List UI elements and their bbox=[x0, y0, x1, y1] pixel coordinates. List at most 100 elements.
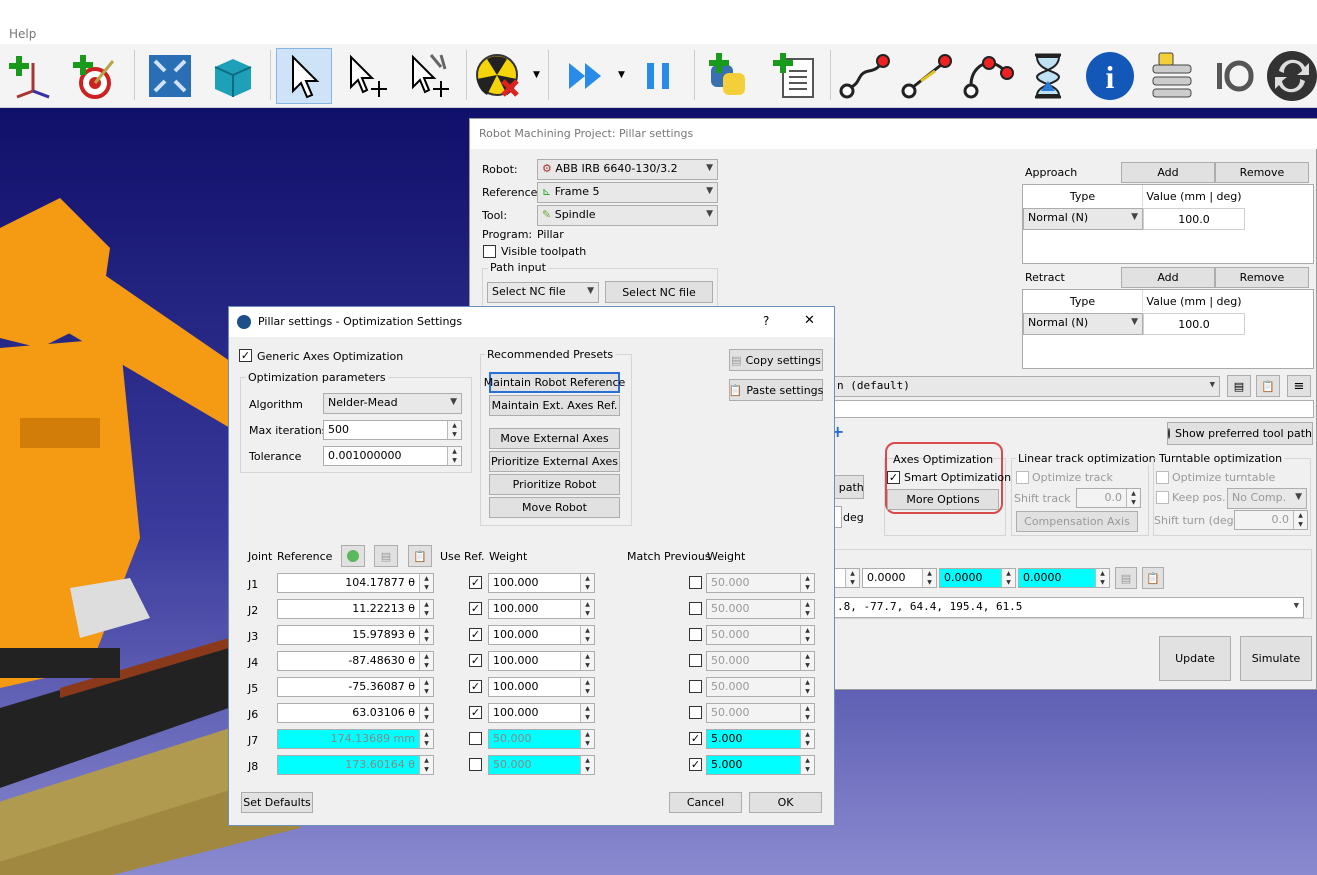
match-previous-checkbox[interactable] bbox=[689, 706, 702, 719]
run-program-icon[interactable] bbox=[558, 48, 614, 104]
spin-arrows-icon[interactable]: ▲ ▼ bbox=[580, 600, 594, 618]
reference-combo[interactable]: ⊾ Frame 5 ▼ bbox=[537, 182, 718, 203]
spin-arrows-icon[interactable]: ▲ ▼ bbox=[800, 730, 814, 748]
move-reference-icon[interactable] bbox=[338, 48, 394, 104]
approach-type-combo[interactable]: Normal (N) ▼ bbox=[1023, 208, 1143, 230]
spin-arrows-icon[interactable]: ▲ ▼ bbox=[800, 756, 814, 774]
use-ref-checkbox[interactable]: ✓ bbox=[469, 654, 482, 667]
spin-arrows-icon[interactable]: ▲ ▼ bbox=[580, 704, 594, 722]
pause-instruction-icon[interactable] bbox=[1020, 48, 1076, 104]
joint-reference-spin[interactable]: 174.13689 mm ▲ ▼ bbox=[277, 729, 434, 749]
spin-arrows-icon[interactable]: ▲ ▼ bbox=[800, 600, 814, 618]
weight-spin[interactable]: 100.000 ▲ ▼ bbox=[488, 573, 595, 593]
joint-reference-spin[interactable]: -75.36087 θ ▲ ▼ bbox=[277, 677, 434, 697]
path-input-combo[interactable]: Select NC file ▼ bbox=[487, 282, 599, 303]
retract-type-combo[interactable]: Normal (N) ▼ bbox=[1023, 313, 1143, 335]
tool-combo[interactable]: ✎ Spindle ▼ bbox=[537, 205, 718, 226]
spin-arrows-icon[interactable]: ▲ ▼ bbox=[419, 652, 433, 670]
shift-turn-spin[interactable]: 0.0 ▲ ▼ bbox=[1234, 510, 1308, 530]
preset-move-robot-button[interactable]: Move Robot bbox=[489, 497, 620, 518]
refresh-icon[interactable] bbox=[1264, 48, 1317, 104]
menu-icon[interactable]: ≡ bbox=[1287, 375, 1311, 397]
generic-axes-checkbox[interactable]: ✓ bbox=[239, 349, 252, 362]
info-icon[interactable]: i bbox=[1082, 48, 1138, 104]
io-icon[interactable] bbox=[1204, 48, 1260, 104]
approach-add-button[interactable]: Add bbox=[1121, 162, 1215, 183]
max-iterations-spin[interactable]: 500 ▲ ▼ bbox=[323, 420, 462, 440]
tolerance-spin[interactable]: 0.001000000 ▲ ▼ bbox=[323, 446, 462, 466]
add-target-icon[interactable] bbox=[66, 48, 122, 104]
use-ref-checkbox[interactable]: ✓ bbox=[469, 602, 482, 615]
circular-move-icon[interactable] bbox=[960, 48, 1016, 104]
match-previous-checkbox[interactable] bbox=[689, 576, 702, 589]
spin-arrows-icon[interactable]: ▲ ▼ bbox=[447, 421, 461, 439]
joint-reference-spin[interactable]: 104.17877 θ ▲ ▼ bbox=[277, 573, 434, 593]
match-previous-checkbox[interactable] bbox=[689, 680, 702, 693]
use-ref-checkbox[interactable]: ✓ bbox=[469, 628, 482, 641]
preset-maintain-robot-reference-button[interactable]: Maintain Robot Reference bbox=[484, 372, 625, 393]
spin-arrows-icon[interactable]: ▲ ▼ bbox=[580, 756, 594, 774]
joint-move-icon[interactable] bbox=[836, 48, 892, 104]
spin-arrows-icon[interactable]: ▲ ▼ bbox=[1095, 569, 1109, 587]
match-previous-checkbox[interactable]: ✓ bbox=[689, 732, 702, 745]
use-ref-checkbox[interactable]: ✓ bbox=[469, 680, 482, 693]
spin-arrows-icon[interactable]: ▲ ▼ bbox=[580, 626, 594, 644]
joint-reference-spin[interactable]: 11.22213 θ ▲ ▼ bbox=[277, 599, 434, 619]
compensation-axis-button[interactable]: Compensation Axis bbox=[1016, 511, 1138, 532]
joint-reference-spin[interactable]: -87.48630 θ ▲ ▼ bbox=[277, 651, 434, 671]
spin-arrows-icon[interactable]: ▲ ▼ bbox=[800, 678, 814, 696]
spin-arrows-icon[interactable]: ▲ ▼ bbox=[419, 574, 433, 592]
retract-value-cell[interactable]: 100.0 bbox=[1143, 313, 1245, 335]
update-button[interactable]: Update bbox=[1159, 636, 1231, 681]
spin-arrows-icon[interactable]: ▲ ▼ bbox=[922, 569, 936, 587]
select-nc-file-button[interactable]: Select NC file bbox=[605, 281, 713, 303]
joint-spin-2[interactable]: 0.0000 ▲ ▼ bbox=[939, 568, 1016, 588]
method-text-field[interactable] bbox=[832, 400, 1314, 418]
spin-arrows-icon[interactable]: ▲ ▼ bbox=[1001, 569, 1015, 587]
method-combo[interactable]: n (default) ▼ bbox=[832, 376, 1220, 397]
more-options-button[interactable]: More Options bbox=[887, 489, 999, 510]
match-weight-spin[interactable]: 50.000 ▲ ▼ bbox=[706, 677, 815, 697]
retract-add-button[interactable]: Add bbox=[1121, 267, 1215, 288]
joint-reference-spin[interactable]: 173.60164 θ ▲ ▼ bbox=[277, 755, 434, 775]
show-preferred-toolpath-button[interactable]: Show preferred tool path bbox=[1167, 422, 1313, 445]
smart-optimization-checkbox[interactable]: ✓ bbox=[887, 471, 900, 484]
help-button[interactable]: ? bbox=[763, 314, 769, 328]
collision-dropdown-icon[interactable]: ▼ bbox=[533, 70, 540, 80]
ok-button[interactable]: OK bbox=[749, 792, 822, 813]
close-button[interactable]: ✕ bbox=[804, 313, 815, 328]
menu-help[interactable]: Help bbox=[9, 27, 36, 41]
get-current-joints-icon[interactable] bbox=[341, 545, 365, 567]
paste-reference-icon[interactable]: 📋 bbox=[408, 545, 432, 567]
match-previous-checkbox[interactable] bbox=[689, 602, 702, 615]
spin-arrows-icon[interactable]: ▲ ▼ bbox=[800, 574, 814, 592]
set-defaults-button[interactable]: Set Defaults bbox=[241, 792, 313, 813]
paste-settings-button[interactable]: 📋 Paste settings bbox=[729, 379, 823, 401]
match-weight-spin[interactable]: 50.000 ▲ ▼ bbox=[706, 703, 815, 723]
collision-icon[interactable] bbox=[470, 48, 526, 104]
spin-arrows-icon[interactable]: ▲ ▼ bbox=[800, 704, 814, 722]
use-ref-checkbox[interactable] bbox=[469, 732, 482, 745]
copy-icon[interactable]: ▤ bbox=[1227, 375, 1251, 397]
spin-arrows-icon[interactable]: ▲ ▼ bbox=[419, 730, 433, 748]
spin-arrows-icon[interactable]: ▲ ▼ bbox=[1293, 511, 1307, 529]
spin-arrows-icon[interactable]: ▲ ▼ bbox=[580, 730, 594, 748]
use-ref-checkbox[interactable]: ✓ bbox=[469, 706, 482, 719]
optimize-turntable-checkbox[interactable] bbox=[1156, 471, 1169, 484]
weight-spin[interactable]: 100.000 ▲ ▼ bbox=[488, 677, 595, 697]
paste-icon[interactable]: 📋 bbox=[1256, 375, 1280, 397]
joint-reference-spin[interactable]: 63.03106 θ ▲ ▼ bbox=[277, 703, 434, 723]
keep-pos-checkbox[interactable] bbox=[1156, 491, 1169, 504]
match-previous-checkbox[interactable]: ✓ bbox=[689, 758, 702, 771]
match-weight-spin[interactable]: 5.000 ▲ ▼ bbox=[706, 729, 815, 749]
spin-arrows-icon[interactable]: ▲ ▼ bbox=[800, 652, 814, 670]
spin-arrows-icon[interactable]: ▲ ▼ bbox=[800, 626, 814, 644]
weight-spin[interactable]: 50.000 ▲ ▼ bbox=[488, 729, 595, 749]
match-weight-spin[interactable]: 5.000 ▲ ▼ bbox=[706, 755, 815, 775]
weight-spin[interactable]: 100.000 ▲ ▼ bbox=[488, 599, 595, 619]
toolpath-button[interactable]: l path bbox=[832, 475, 864, 499]
retract-remove-button[interactable]: Remove bbox=[1215, 267, 1309, 288]
copy-settings-button[interactable]: ▤ Copy settings bbox=[729, 349, 823, 371]
program-call-icon[interactable] bbox=[1144, 48, 1200, 104]
spin-arrows-icon[interactable]: ▲ ▼ bbox=[580, 652, 594, 670]
